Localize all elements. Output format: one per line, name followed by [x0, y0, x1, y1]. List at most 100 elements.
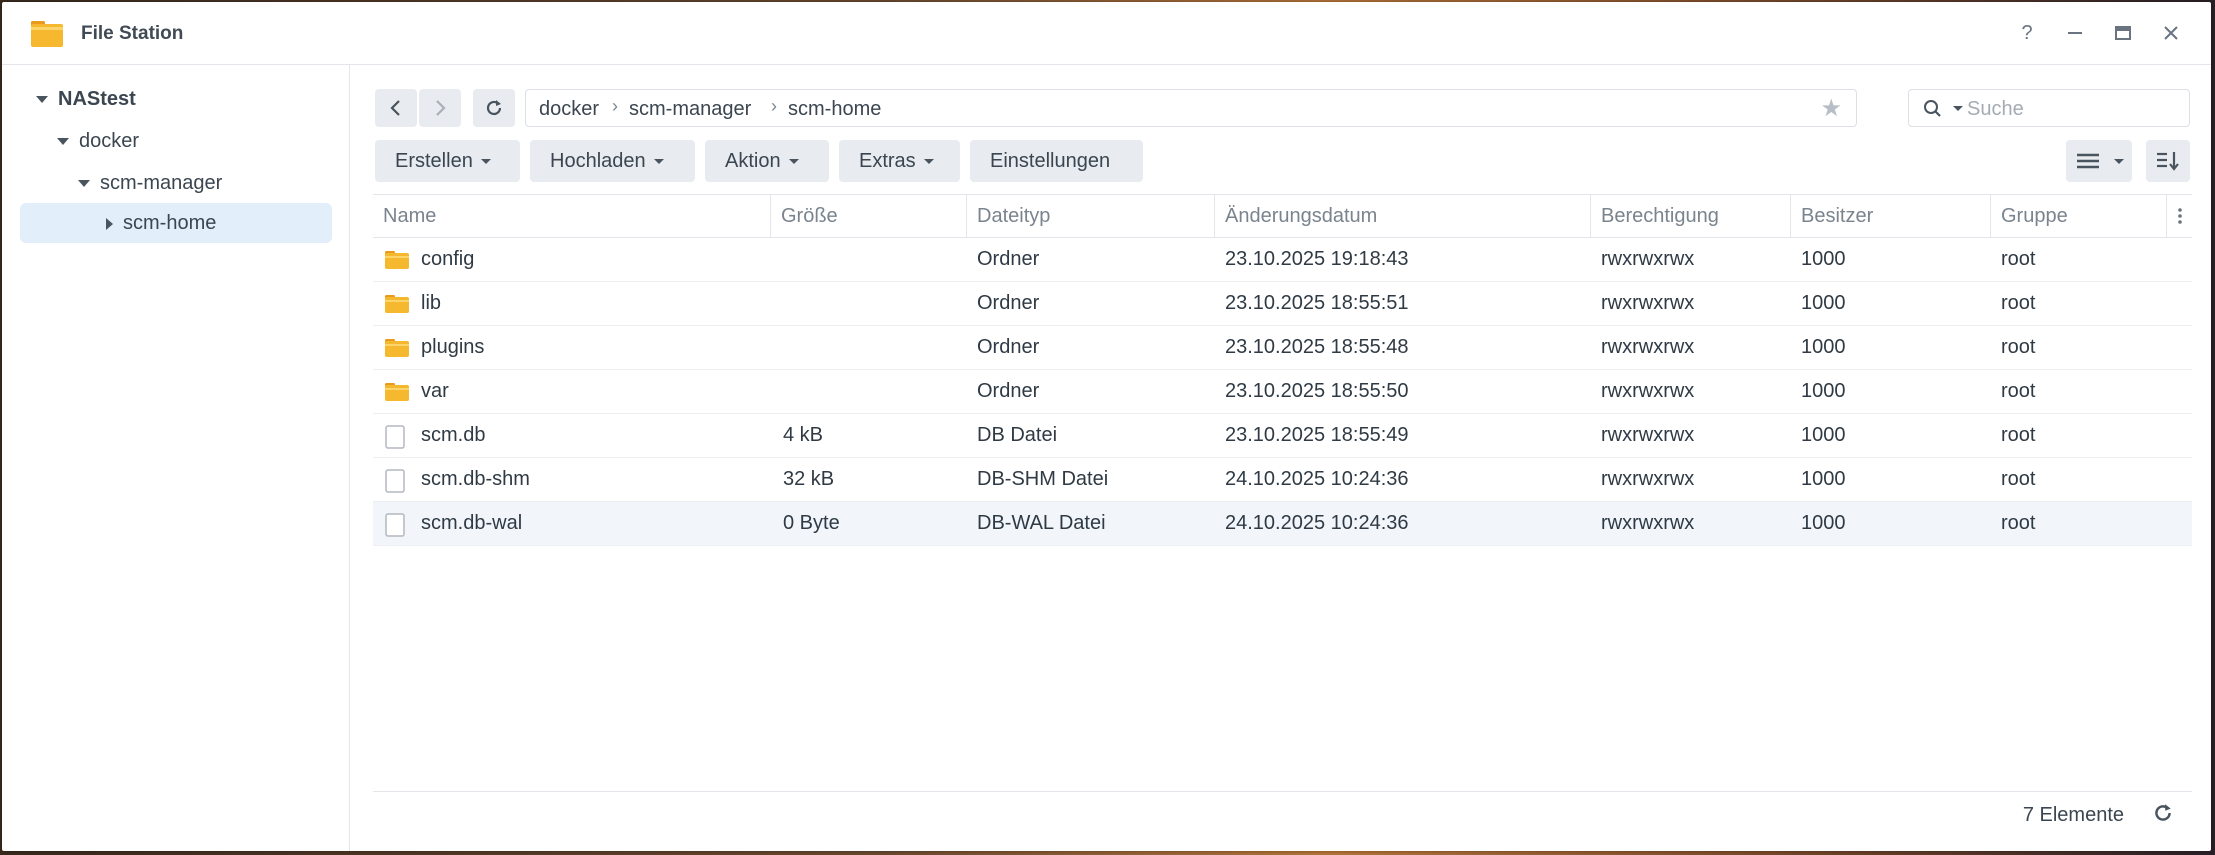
caret-down-icon: [923, 159, 934, 165]
view-mode-button[interactable]: [2066, 140, 2132, 182]
chevron-right-icon: [436, 100, 446, 116]
file-name: var: [421, 380, 449, 402]
caret-down-icon: [653, 159, 664, 165]
file-modified: 23.10.2025 19:18:43: [1225, 248, 1409, 270]
minimize-icon[interactable]: [2060, 18, 2090, 48]
table-row[interactable]: scm.db-shm 32 kB DB-SHM Datei 24.10.2025 10…: [373, 458, 2192, 502]
folder-icon: [384, 293, 410, 321]
column-header-name[interactable]: Name: [373, 195, 771, 237]
file-type: Ordner: [977, 336, 1040, 358]
file-modified: 23.10.2025 18:55:51: [1225, 292, 1409, 314]
file-owner: 1000: [1801, 248, 1846, 270]
search-icon: [1924, 100, 1941, 117]
tree-item-label: docker: [79, 130, 140, 152]
table-row[interactable]: var Ordner 23.10.2025 18:55:50 rwxrwxrwx 100…: [373, 370, 2192, 414]
upload-button[interactable]: Hochladen: [530, 140, 695, 182]
tree-item-docker[interactable]: docker: [57, 121, 337, 161]
chevron-down-icon[interactable]: [1953, 106, 1963, 111]
chevron-right-icon[interactable]: [106, 217, 113, 230]
file-permission: rwxrwxrwx: [1601, 424, 1695, 446]
favorite-star-icon[interactable]: ★: [1820, 94, 1842, 123]
file-size: 32 kB: [783, 468, 835, 490]
file-group: root: [2001, 380, 2036, 402]
file-group: root: [2001, 512, 2036, 534]
sort-button[interactable]: [2146, 140, 2190, 182]
file-owner: 1000: [1801, 292, 1846, 314]
file-modified: 23.10.2025 18:55:50: [1225, 380, 1409, 402]
file-name: scm.db-shm: [421, 468, 530, 490]
file-owner: 1000: [1801, 336, 1846, 358]
column-header-owner[interactable]: Besitzer: [1791, 195, 1991, 237]
file-type: DB-WAL Datei: [977, 512, 1106, 534]
file-station-window: File Station ? NAStest docker scm-manage…: [2, 2, 2211, 851]
tree-item-label: scm-home: [123, 212, 217, 234]
table-row[interactable]: plugins Ordner 23.10.2025 18:55:48 rwxrwxrw…: [373, 326, 2192, 370]
tree-item-scm-home[interactable]: scm-home: [20, 203, 332, 243]
file-name: lib: [421, 292, 442, 314]
file-station-icon: [31, 21, 63, 47]
column-header-type[interactable]: Dateityp: [967, 195, 1215, 237]
table-row[interactable]: lib Ordner 23.10.2025 18:55:51 rwxrwxrwx 100…: [373, 282, 2192, 326]
chevron-down-icon[interactable]: [2114, 159, 2124, 164]
file-icon: [384, 425, 406, 455]
create-button[interactable]: Erstellen: [375, 140, 520, 182]
tree-item-label: scm-manager: [100, 172, 223, 194]
file-type: DB-SHM Datei: [977, 468, 1109, 490]
table-row[interactable]: config Ordner 23.10.2025 19:18:43 rwxrwxrwx…: [373, 238, 2192, 282]
breadcrumb-docker[interactable]: docker: [539, 98, 599, 121]
column-header-permission[interactable]: Berechtigung: [1591, 195, 1791, 237]
refresh-button[interactable]: [473, 89, 515, 127]
file-permission: rwxrwxrwx: [1601, 336, 1695, 358]
file-group: root: [2001, 292, 2036, 314]
tree-item-nastest[interactable]: NAStest: [36, 79, 336, 119]
folder-icon: [384, 337, 410, 365]
sidebar-tree: NAStest docker scm-manager scm-home: [2, 65, 350, 851]
caret-down-icon: [480, 159, 491, 165]
file-owner: 1000: [1801, 512, 1846, 534]
back-button[interactable]: [375, 89, 417, 127]
search-input[interactable]: Suche: [1908, 89, 2190, 127]
file-name: plugins: [421, 336, 485, 358]
sort-icon: [2157, 152, 2179, 171]
file-name: scm.db-wal: [421, 512, 523, 534]
folder-icon: [384, 249, 410, 277]
file-permission: rwxrwxrwx: [1601, 248, 1695, 270]
column-header-modified[interactable]: Änderungsdatum: [1215, 195, 1591, 237]
table-header: Name Größe Dateityp Änderungsdatum Berec…: [373, 194, 2192, 238]
file-list: config Ordner 23.10.2025 19:18:43 rwxrwxrwx…: [373, 238, 2192, 546]
file-name: scm.db: [421, 424, 486, 446]
chevron-down-icon[interactable]: [36, 96, 48, 104]
maximize-icon[interactable]: [2108, 18, 2138, 48]
column-header-group[interactable]: Gruppe: [1991, 195, 2167, 237]
file-permission: rwxrwxrwx: [1601, 512, 1695, 534]
file-icon: [384, 469, 406, 499]
file-size: 4 kB: [783, 424, 824, 446]
chevron-down-icon[interactable]: [57, 138, 69, 146]
refresh-icon[interactable]: [2152, 802, 2174, 824]
breadcrumb-scm-home[interactable]: scm-home: [788, 98, 881, 121]
table-row[interactable]: scm.db-wal 0 Byte DB-WAL Datei 24.10.2025 1…: [373, 502, 2192, 546]
settings-button[interactable]: Einstellungen: [970, 140, 1143, 182]
breadcrumb-separator-icon: ›: [771, 96, 777, 116]
file-group: root: [2001, 336, 2036, 358]
file-modified: 23.10.2025 18:55:49: [1225, 424, 1409, 446]
file-modified: 24.10.2025 10:24:36: [1225, 512, 1409, 534]
breadcrumb-scm-manager[interactable]: scm-manager: [629, 98, 751, 121]
folder-icon: [384, 381, 410, 409]
file-group: root: [2001, 248, 2036, 270]
file-type: Ordner: [977, 248, 1040, 270]
path-bar[interactable]: docker › scm-manager › scm-home ★: [525, 89, 1857, 127]
forward-button[interactable]: [419, 89, 461, 127]
action-button[interactable]: Aktion: [705, 140, 829, 182]
column-options-icon[interactable]: [2173, 205, 2187, 227]
file-type: DB Datei: [977, 424, 1058, 446]
extras-button[interactable]: Extras: [839, 140, 960, 182]
column-header-size[interactable]: Größe: [771, 195, 967, 237]
file-size: 0 Byte: [783, 512, 840, 534]
chevron-down-icon[interactable]: [78, 180, 90, 188]
help-icon[interactable]: ?: [2012, 18, 2042, 48]
tree-item-scm-manager[interactable]: scm-manager: [78, 163, 338, 203]
close-icon[interactable]: [2156, 18, 2186, 48]
table-row[interactable]: scm.db 4 kB DB Datei 23.10.2025 18:55:49 rwx…: [373, 414, 2192, 458]
file-permission: rwxrwxrwx: [1601, 468, 1695, 490]
